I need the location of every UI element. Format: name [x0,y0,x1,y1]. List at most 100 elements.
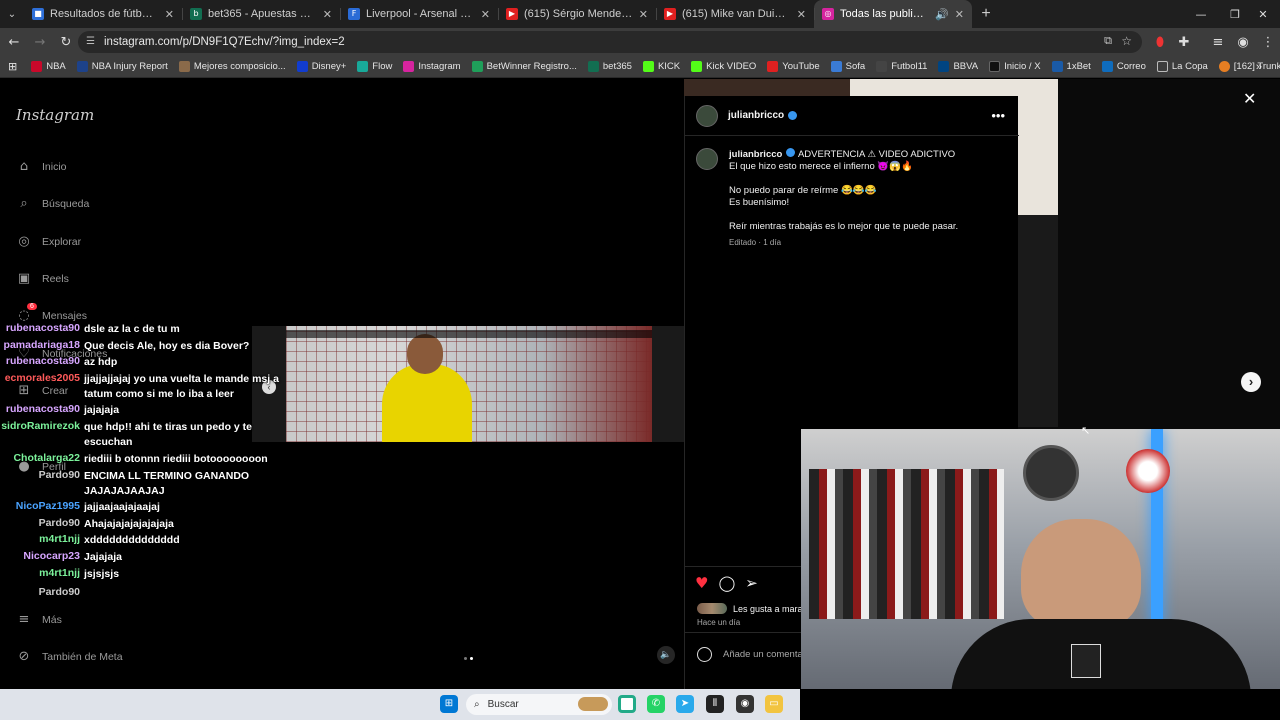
tab-1[interactable]: b bet365 - Apuestas deportivas en ✕ [182,0,340,28]
bookmark-item[interactable]: NBA [31,61,66,72]
nav-reels[interactable]: ▣ Reels [16,271,69,287]
bookmark-item[interactable]: Kick VIDEO [691,61,756,72]
forward-arrow-icon[interactable]: → [28,30,52,54]
close-modal-icon[interactable]: ✕ [1243,89,1256,108]
comment-icon[interactable]: ◯ [718,574,735,592]
nav-more[interactable]: ≡ Más [16,612,62,628]
caption-username[interactable]: julianbricco [729,149,782,160]
emoji-icon[interactable] [697,647,712,662]
tab-search-chevron-icon[interactable]: ⌄ [0,0,24,28]
tab-0[interactable]: ■ Resultados de fútbol en directo ✕ [24,0,182,28]
caption-line: Reír mientras trabajás es lo mejor que t… [729,221,959,232]
install-app-icon[interactable]: ⧉ [1104,35,1112,48]
bookmark-item[interactable]: KICK [642,61,680,72]
bookmark-icon [471,61,483,72]
close-icon[interactable]: ✕ [323,8,332,21]
close-icon[interactable]: ✕ [955,8,964,21]
back-arrow-icon[interactable]: ← [2,30,26,54]
post-username[interactable]: julianbricco [728,110,784,121]
youtube-icon [767,61,779,72]
site-info-icon[interactable]: ☰ [86,36,95,47]
nav-home[interactable]: ⌂ Inicio [16,159,67,175]
obs-icon[interactable]: ◉ [736,695,754,713]
streamer-shirt [951,619,1251,689]
bookmark-icon [1051,61,1063,72]
chat-text: jjajjajjajaj yo una vuelta le mande msj … [84,373,279,400]
chat-message: pamadariaga18 Que decis Ale, hoy es dia B… [0,339,300,354]
bookmark-item[interactable]: Correo [1101,61,1146,72]
apps-grid-icon[interactable]: ⊞ [8,60,17,73]
profile-avatar-icon[interactable]: ◉ [1231,30,1255,54]
nav-also-from-meta[interactable]: ⊘ También de Meta [16,649,123,665]
chrome-icon[interactable] [618,695,636,713]
menu-kebab-icon[interactable]: ⋮ [1256,30,1280,54]
file-explorer-icon[interactable]: ▭ [765,695,783,713]
chat-message: rubenacosta90 dsle az la c de tu m [0,322,300,337]
hamburger-icon: ≡ [18,612,30,627]
extension-icon[interactable]: ⬮ [1148,30,1172,54]
windows-start-icon[interactable]: ⊞ [440,695,458,713]
close-icon[interactable]: ✕ [639,8,648,21]
avatar[interactable] [696,104,718,127]
tab-5-active[interactable]: ◎ Todas las publicaciones • Ins 🔊 ✕ [814,0,972,28]
tab-3[interactable]: ▶ (615) Sérgio Mendes - Mas Que Nad ✕ [498,0,656,28]
avatar[interactable] [696,148,718,170]
bookmark-item[interactable]: BBVA [938,61,978,72]
close-icon[interactable]: ✕ [797,8,806,21]
search-icon: ⌕ [474,699,480,710]
stream-video-overlay: ‹ [252,326,684,442]
chat-username: Pardo90 [38,586,80,598]
tab-favicon: F [348,8,360,20]
bookmark-item[interactable]: La Copa [1156,61,1208,72]
telegram-icon[interactable]: ➤ [676,695,694,713]
bookmark-item[interactable]: Mejores composicio... [178,61,286,72]
chat-message: rubenacosta90 jajajaja [0,403,300,418]
whatsapp-icon[interactable]: ✆ [647,695,665,713]
bookmark-item[interactable]: Flow [357,61,392,72]
taskbar-search[interactable]: ⌕ Buscar [466,694,612,715]
bookmark-item[interactable]: Instagram [403,61,461,72]
bookmark-item[interactable]: 1xBet [1051,61,1091,72]
share-icon[interactable]: ➢ [745,574,758,592]
mute-button[interactable]: 🔈 [657,646,675,664]
bookmark-item[interactable]: Futbol11 [876,61,927,72]
chat-text: riediii b otonnn riediii botoooooooon [84,453,268,465]
tab-2[interactable]: F Liverpool - Arsenal 31-08-2025 ✕ [340,0,498,28]
chat-text: que hdp!! ahi te tiras un pedo y te escu… [84,421,253,448]
reload-icon[interactable]: ↻ [54,30,78,54]
bookmark-item[interactable]: YouTube [767,61,820,72]
caption-line: Es buenísimo! [729,197,790,208]
bookmark-item[interactable]: bet365 [587,61,632,72]
extensions-puzzle-icon[interactable]: ✚ [1172,30,1196,54]
more-bookmarks-icon[interactable]: » [1256,61,1262,73]
address-bar[interactable]: ☰ instagram.com/p/DN9F1Q7Echv/?img_index… [78,31,1142,53]
like-heart-icon[interactable]: ♥ [695,574,708,592]
instagram-logo[interactable]: Instagram [16,106,94,124]
speaker-icon[interactable]: 🔊 [935,8,949,21]
minimize-icon[interactable]: — [1184,0,1218,28]
close-icon[interactable]: ✕ [481,8,490,21]
next-arrow-icon[interactable]: › [1241,372,1261,392]
tab-favicon: ■ [32,8,44,20]
app-icon[interactable]: ⦀ [706,695,724,713]
close-window-icon[interactable]: ✕ [1246,0,1280,28]
bookmark-item[interactable]: BetWinner Registro... [471,61,577,72]
bookmark-label: Sofa [845,61,866,72]
tab-4[interactable]: ▶ (615) Mike van Duinen poort R... ✕ [656,0,814,28]
bookmark-item[interactable]: NBA Injury Report [76,61,168,72]
bookmark-item[interactable]: Inicio / X [989,61,1041,72]
nav-search[interactable]: ⌕ Búsqueda [16,196,89,212]
bookmark-item[interactable]: Disney+ [296,61,346,72]
close-icon[interactable]: ✕ [165,8,174,21]
bookmark-item[interactable]: Sofa [830,61,866,72]
likes-text[interactable]: Les gusta a mara [733,604,803,614]
media-control-icon[interactable]: ≡ [1206,30,1230,54]
chat-username: rubenacosta90 [5,403,80,415]
nav-explore[interactable]: ◎ Explorar [16,234,81,250]
bookmark-star-icon[interactable]: ☆ [1121,34,1132,48]
bookmark-item[interactable]: [162] Trunks se pon... [1218,61,1280,72]
bookmark-icon [587,61,599,72]
comment-input[interactable]: Añade un comentario [723,649,813,660]
new-tab-button[interactable]: + [972,5,1000,23]
more-options-icon[interactable]: ••• [991,108,1005,123]
